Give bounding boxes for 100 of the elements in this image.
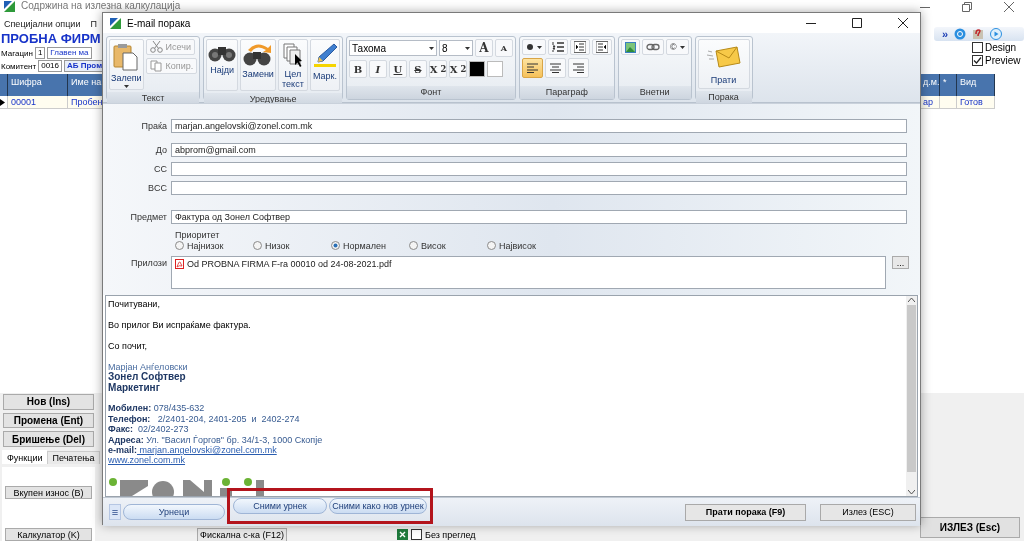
numbered-list-icon xyxy=(551,41,564,53)
caret-icon xyxy=(123,85,129,88)
scrollbar[interactable] xyxy=(906,296,917,496)
table-cell xyxy=(940,96,957,109)
field-label: Приоритет xyxy=(175,230,221,240)
attachments-field[interactable]: Od PROBNA FIRMA F-ra 00010 od 24-08-2021.pdf xyxy=(171,256,886,289)
contact-label: e-mail: xyxy=(108,445,137,456)
menu-button[interactable]: ≡ xyxy=(109,504,121,520)
signature-title: Маркетинг xyxy=(108,382,160,393)
function-button[interactable]: Вкупен износ (B) xyxy=(5,486,92,499)
highlight-button[interactable]: Марк. xyxy=(309,39,340,91)
bullet-list-button[interactable] xyxy=(521,39,546,55)
input-field[interactable] xyxy=(171,181,907,195)
table-cell: Готов xyxy=(957,96,995,109)
template-button[interactable]: Урнеци xyxy=(123,504,225,520)
tab[interactable]: Печатења xyxy=(47,451,100,464)
help-book-icon[interactable] xyxy=(972,28,984,40)
italic-button[interactable]: I xyxy=(368,60,387,78)
checkbox-label: Preview xyxy=(985,55,1021,66)
binoculars-arrow-icon xyxy=(243,43,274,67)
group-label: Внетни xyxy=(618,86,691,99)
table-cell: 00001 xyxy=(8,96,68,109)
send-message-button[interactable]: Прати порака (F9) xyxy=(685,503,806,521)
input-field[interactable]: abprom@gmail.com xyxy=(171,143,907,157)
link-button[interactable] xyxy=(641,39,664,55)
action-button[interactable]: Промена (Ent) xyxy=(3,412,94,429)
pdf-icon xyxy=(175,259,184,269)
radio-button[interactable] xyxy=(253,241,262,250)
image-button[interactable] xyxy=(620,39,640,55)
maximize-icon[interactable] xyxy=(852,18,862,28)
find-button[interactable]: Најди xyxy=(206,39,239,91)
outdent-icon xyxy=(573,41,586,53)
grow-font-button[interactable]: A xyxy=(474,39,493,57)
close-icon[interactable] xyxy=(898,18,908,28)
input-field[interactable] xyxy=(171,162,907,176)
menu-item[interactable]: П xyxy=(90,19,97,29)
tab[interactable]: Функции xyxy=(2,450,48,464)
checkbox[interactable] xyxy=(972,55,983,66)
restore-icon[interactable] xyxy=(962,2,972,12)
font-name-dropdown[interactable]: Тахома xyxy=(348,40,437,56)
symbol-button[interactable]: © xyxy=(665,39,689,55)
field-label: Прилози xyxy=(130,257,168,270)
exit-button[interactable]: Излез (ESC) xyxy=(820,503,916,521)
fiscal-button[interactable]: Фискална с-ка (F12) xyxy=(197,528,287,541)
input-field[interactable]: Фактура од Зонел Софтвер xyxy=(171,210,907,224)
company-name: ПРОБНА ФИРМ xyxy=(0,31,101,46)
scroll-up-icon[interactable] xyxy=(908,298,915,302)
message-text: Во прилог Ви испраќаме фактура. xyxy=(108,319,251,331)
client-code-field[interactable]: 0016 xyxy=(38,60,62,72)
indent-icon xyxy=(595,41,608,53)
field-label: CC xyxy=(153,164,168,174)
action-button[interactable]: Нов (Ins) xyxy=(3,394,94,410)
strike-button[interactable]: S xyxy=(408,60,427,78)
message-text: Почитувани, xyxy=(108,299,160,310)
menu-item[interactable]: Специјални опции xyxy=(4,19,81,29)
checkbox[interactable] xyxy=(411,529,422,540)
align-center-icon xyxy=(549,63,561,73)
spreadsheet-icon[interactable] xyxy=(397,529,408,540)
replace-button[interactable]: Замени xyxy=(240,39,276,91)
align-right-button[interactable] xyxy=(567,58,589,78)
outdent-button[interactable] xyxy=(569,39,590,55)
function-button[interactable]: Калкулатор (K) xyxy=(5,528,92,541)
radio-button[interactable] xyxy=(487,241,496,250)
website-link[interactable]: www.zonel.com.mk xyxy=(108,455,186,466)
paste-button[interactable]: Залепи xyxy=(109,39,144,90)
action-button[interactable]: Бришење (Del) xyxy=(3,431,94,447)
more-button[interactable]: » xyxy=(941,28,948,40)
radio-label: Нормален xyxy=(343,240,386,251)
radio-button[interactable] xyxy=(175,241,184,250)
warehouse-code-field[interactable]: 1 xyxy=(34,47,46,59)
send-button[interactable]: Прати xyxy=(697,39,750,89)
template-button[interactable]: Сними како нов урнек xyxy=(329,498,427,514)
attachment-name[interactable]: Od PROBNA FIRMA F-ra 00010 od 24-08-2021.pdf xyxy=(187,259,392,269)
checkbox[interactable] xyxy=(972,42,983,53)
color-swatch[interactable] xyxy=(468,61,485,77)
bold-button[interactable]: B xyxy=(348,60,367,78)
play-icon[interactable] xyxy=(990,28,1002,40)
copy-icon xyxy=(149,60,163,72)
browse-button[interactable]: ... xyxy=(892,256,909,269)
shrink-font-button[interactable]: A xyxy=(494,39,513,57)
radio-button[interactable] xyxy=(331,241,340,250)
color-swatch[interactable] xyxy=(486,61,503,77)
indent-button[interactable] xyxy=(591,39,612,55)
numbered-list-button[interactable] xyxy=(547,39,568,55)
email-link[interactable]: marjan.angelovski@zonel.com.mk xyxy=(137,445,277,456)
underline-button[interactable]: U xyxy=(388,60,407,78)
warehouse-name-field[interactable]: Главен ма xyxy=(47,47,92,59)
select-all-button[interactable]: Цел текст xyxy=(277,39,308,91)
input-field[interactable]: marjan.angelovski@zonel.com.mk xyxy=(171,119,907,133)
caret-icon xyxy=(679,45,685,49)
message-text: Со почит, xyxy=(108,340,148,352)
radio-button[interactable] xyxy=(409,241,418,250)
group-label: Параграф xyxy=(519,86,614,99)
globe-icon[interactable] xyxy=(954,28,966,40)
radio-label: Најнизок xyxy=(187,240,224,251)
font-size-dropdown[interactable]: 8 xyxy=(438,40,473,56)
template-button[interactable]: Сними урнек xyxy=(233,498,327,514)
align-left-icon xyxy=(526,63,538,73)
exit-button[interactable]: ИЗЛЕЗ (Esc) xyxy=(920,517,1020,538)
scroll-down-icon[interactable] xyxy=(908,490,915,494)
